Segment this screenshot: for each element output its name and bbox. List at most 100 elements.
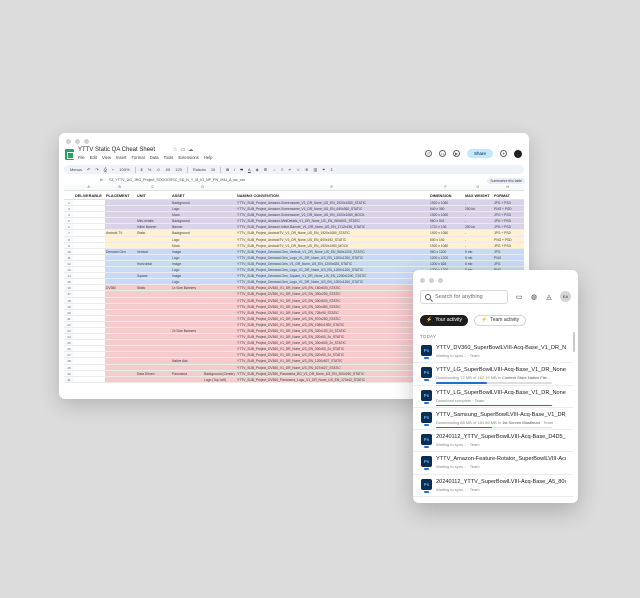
column-letter[interactable]: C	[152, 185, 154, 189]
cell-unit[interactable]	[136, 303, 171, 309]
column-letter[interactable]: A	[88, 185, 90, 189]
cell-weight[interactable]: 5 mb	[464, 254, 493, 260]
row-number[interactable]: 29	[64, 364, 74, 370]
cell-asset[interactable]: Image	[171, 273, 236, 279]
gemini-icon[interactable]: ✦	[500, 150, 507, 157]
cell-asset[interactable]	[171, 321, 236, 327]
cell-asset[interactable]: Mock	[171, 242, 236, 248]
cell-naming[interactable]: YTTV_SUB_Project_AndroidTV_V1_DR_None_US…	[236, 236, 429, 242]
row-number[interactable]: 13	[64, 267, 74, 273]
cell-dim[interactable]: 600 x 192	[429, 236, 464, 242]
cell-format[interactable]: JPG + PSD	[493, 200, 524, 206]
column-letter[interactable]: D	[202, 185, 204, 189]
cell-asset[interactable]: 1x Size Banners	[171, 285, 236, 291]
cell-dim[interactable]: 1920 x 1080	[429, 230, 464, 236]
cell-placement[interactable]	[105, 206, 136, 212]
user-avatar[interactable]: EA	[560, 291, 571, 302]
window-controls[interactable]	[420, 278, 443, 283]
cell-weight[interactable]: -	[464, 230, 493, 236]
cell-format[interactable]: PNG + PSD	[493, 206, 524, 212]
menu-item[interactable]: File	[78, 155, 85, 160]
cell-asset[interactable]	[171, 334, 236, 340]
cell-asset[interactable]	[171, 309, 236, 315]
cell-asset[interactable]	[171, 315, 236, 321]
row-number[interactable]: 10	[64, 248, 74, 254]
row-number[interactable]: 27	[64, 352, 74, 358]
activity-item[interactable]: Ps YTTV_Samsung_SuperBowlLVIII-Acq-Base_V…	[413, 408, 573, 431]
column-header[interactable]: NAMING CONVENTION	[237, 194, 279, 198]
number-format-button[interactable]: 123	[175, 167, 182, 172]
column-header[interactable]: DIMENSION	[430, 194, 452, 198]
currency-button[interactable]: $	[141, 167, 143, 172]
cell-dim[interactable]: 1920 x 1080	[429, 242, 464, 248]
row-number[interactable]: 25	[64, 340, 74, 346]
activity-item[interactable]: Ps YTTV_LG_SuperBowlLVIII-Acq-Base_V1_DR_…	[413, 363, 573, 386]
share-button[interactable]: Share	[466, 149, 493, 158]
menu-item[interactable]: Help	[204, 155, 213, 160]
cell-deliverable[interactable]	[74, 310, 105, 315]
font-size-input[interactable]: 10	[211, 167, 215, 172]
activity-item[interactable]: Ps 20240112_YTTV_SuperBowlLVIII-Acq-Base_…	[413, 475, 573, 498]
search-menus[interactable]: Menus	[70, 167, 82, 172]
font-select[interactable]: Roboto	[193, 167, 206, 172]
cell-deliverable[interactable]	[74, 365, 105, 370]
cell-naming[interactable]: YTTV_SUB_Project_DV360_V1_DR_None_US_EN_…	[236, 327, 429, 334]
cell-placement[interactable]	[105, 340, 136, 346]
cell-deliverable[interactable]	[74, 285, 105, 290]
cell-deliverable[interactable]	[74, 267, 105, 272]
cell-sub-asset[interactable]: Logo (Top Left)	[203, 376, 236, 382]
cell-weight[interactable]: 5 mb	[464, 260, 493, 267]
align-icon[interactable]: ≡	[281, 167, 283, 172]
cell-deliverable[interactable]	[74, 218, 105, 223]
filter-icon[interactable]: ⏷	[322, 167, 325, 172]
row-number[interactable]: 9	[64, 242, 74, 248]
cell-unit[interactable]: Data Driven	[136, 370, 171, 376]
cell-naming[interactable]: YTTV_SUB_Project_DV360_V1_DR_None_US_EN_…	[236, 297, 429, 303]
cell-naming[interactable]: YTTV_SUB_Project_DV360_V1_DR_None_US_EN_…	[236, 303, 429, 309]
cell-unit[interactable]	[136, 340, 171, 346]
cell-naming[interactable]: YTTV_SUB_Project_DV360_V1_DR_None_US_EN_…	[236, 346, 429, 352]
cell-deliverable[interactable]	[74, 334, 105, 339]
cell-naming[interactable]: YTTV_SUB_Project_DV360_Panorama_BG_V1_DR…	[236, 370, 429, 376]
row-number[interactable]: 11	[64, 254, 74, 260]
cell-unit[interactable]: Static	[136, 285, 171, 291]
column-letter[interactable]: H	[507, 185, 509, 189]
row-number[interactable]: 19	[64, 303, 74, 309]
tab-team-activity[interactable]: ⚡ Team activity	[474, 315, 527, 326]
cell-placement[interactable]	[105, 200, 136, 206]
chart-icon[interactable]: ▥	[313, 167, 317, 172]
column-letter[interactable]: E	[331, 185, 333, 189]
cell-placement[interactable]	[105, 358, 136, 364]
cell-unit[interactable]	[136, 327, 171, 334]
cell-deliverable[interactable]	[74, 322, 105, 327]
cell-naming[interactable]: YTTV_SUB_Project_DV360_Panorama_Logo_V1_…	[236, 376, 429, 382]
wrap-icon[interactable]: ↵	[288, 167, 291, 172]
cell-placement[interactable]	[105, 242, 136, 248]
cell-format[interactable]: JPG + PSD	[493, 242, 524, 248]
cell-placement[interactable]	[105, 364, 136, 370]
cell-unit[interactable]	[136, 291, 171, 297]
row-number[interactable]: 28	[64, 358, 74, 364]
cell-placement[interactable]	[105, 224, 136, 230]
cell-unit[interactable]	[136, 358, 171, 364]
destination-link[interactable]: 1st Screen Masthead	[502, 420, 540, 425]
search-input[interactable]	[435, 293, 505, 300]
move-icon[interactable]: ▭	[180, 147, 185, 153]
row-number[interactable]: 6	[64, 224, 74, 230]
menu-item[interactable]: Extensions	[178, 155, 198, 160]
cell-deliverable[interactable]	[74, 340, 105, 345]
cell-placement[interactable]	[105, 297, 136, 303]
cell-placement[interactable]: Android TV	[105, 230, 136, 236]
cell-placement[interactable]: Demand Gen	[105, 248, 136, 254]
cell-deliverable[interactable]	[74, 249, 105, 254]
row-number[interactable]: 5	[64, 218, 74, 224]
decrease-decimal-button[interactable]: .0	[156, 167, 159, 172]
cell-naming[interactable]: YTTV_SUB_Project_DV360_V1_DR_None_US_EN_…	[236, 321, 429, 327]
cell-placement[interactable]	[105, 279, 136, 285]
undo-icon[interactable]: ↶	[87, 167, 90, 172]
column-header[interactable]: FORMAT	[494, 194, 510, 198]
row-number[interactable]: 2	[64, 200, 74, 206]
merge-icon[interactable]: ⇔	[272, 167, 276, 172]
activity-item[interactable]: Ps YTTV_LG_SuperBowlLVIII-Acq-Base_V1_DR_…	[413, 386, 573, 408]
cell-unit[interactable]	[136, 279, 171, 285]
